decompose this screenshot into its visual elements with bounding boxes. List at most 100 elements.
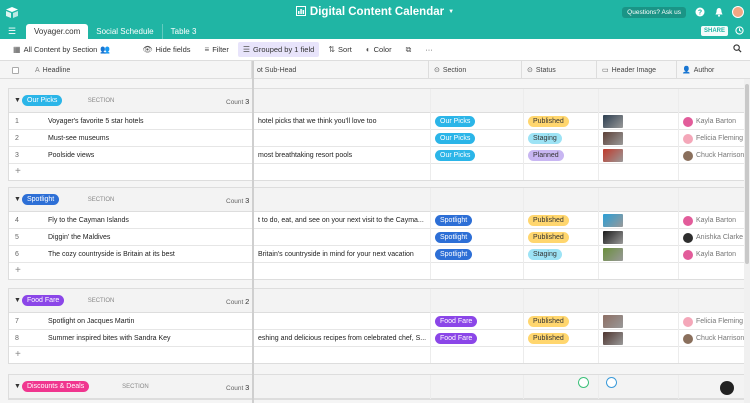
status-cell[interactable]: Staging [523,130,598,147]
section-cell[interactable]: Spotlight [430,229,523,246]
column-header-image[interactable]: ▭ Header Image [597,61,677,79]
header-image-cell[interactable] [598,147,678,164]
subhead-cell[interactable]: Britain's countryside in mind for your n… [253,246,430,263]
header-image-cell[interactable] [598,330,678,347]
section-cell[interactable]: Our Picks [430,130,523,147]
column-headline[interactable]: A Headline [30,61,252,79]
section-cell[interactable]: Food Fare [430,313,523,330]
group-header[interactable]: ▼ Food Fare SECTION Count 2 [9,289,750,313]
status-cell[interactable]: Planned [523,147,598,164]
color-button[interactable]: ◐ Color [361,42,397,57]
headline-cell[interactable]: Spotlight on Jacques Martin [43,313,253,330]
author-cell[interactable]: Kayla Barton [678,113,750,130]
subhead-cell[interactable] [253,229,430,246]
add-record-row[interactable]: + [9,347,750,363]
author-cell[interactable]: Kayla Barton [678,212,750,229]
table-row[interactable]: 2 Must-see museums Our Picks Staging Felicia… [9,130,750,147]
status-cell[interactable]: Published [523,113,598,130]
status-cell[interactable]: Published [523,212,598,229]
headline-cell[interactable]: Fly to the Cayman Islands [43,212,253,229]
header-image-cell[interactable] [598,229,678,246]
subhead-cell[interactable]: hotel picks that we think you'll love to… [253,113,430,130]
author-cell[interactable]: Felicia Fleming [678,313,750,330]
select-all-checkbox[interactable] [0,61,30,79]
image-thumbnail[interactable] [603,115,623,128]
table-row[interactable]: 4 Fly to the Cayman Islands t to do, eat, … [9,212,750,229]
check-icon[interactable] [606,377,617,388]
subhead-cell[interactable]: most breathtaking resort pools [253,147,430,164]
plus-icon[interactable]: + [15,349,21,360]
sort-button[interactable]: ⇅ Sort [323,42,356,57]
image-thumbnail[interactable] [603,332,623,345]
status-cell[interactable]: Published [523,229,598,246]
image-thumbnail[interactable] [603,315,623,328]
author-cell[interactable]: Chuck Harrison [678,147,750,164]
status-cell[interactable]: Staging [523,246,598,263]
table-row[interactable]: 3 Poolside views most breathtaking resort … [9,147,750,164]
check-icon[interactable] [578,377,589,388]
section-cell[interactable]: Food Fare [430,330,523,347]
image-thumbnail[interactable] [603,214,623,227]
image-thumbnail[interactable] [603,248,623,261]
status-cell[interactable]: Published [523,330,598,347]
group-header[interactable]: ▼ Spotlight SECTION Count 3 [9,188,750,212]
hide-fields-button[interactable]: 👁 Hide fields [137,42,195,57]
tab-voyager[interactable]: Voyager.com [26,24,89,39]
section-cell[interactable]: Our Picks [430,147,523,164]
table-row[interactable]: 6 The cozy countryside is Britain at its … [9,246,750,263]
view-switcher[interactable]: ▦ All Content by Section 👥 [8,42,115,57]
status-cell[interactable]: Published [523,313,598,330]
table-row[interactable]: 1 Voyager's favorite 5 star hotels hotel p… [9,113,750,130]
airtable-logo-icon[interactable] [6,6,18,18]
menu-icon[interactable]: ☰ [6,24,18,39]
section-cell[interactable]: Spotlight [430,246,523,263]
header-image-cell[interactable] [598,313,678,330]
image-thumbnail[interactable] [603,231,623,244]
author-cell[interactable]: Felicia Fleming [678,130,750,147]
plus-icon[interactable]: + [15,166,21,177]
column-section[interactable]: ⊙ Section [429,61,522,79]
table-row[interactable]: 5 Diggin' the Maldives Spotlight Published A… [9,229,750,246]
tab-table-3[interactable]: Table 3 [161,24,205,39]
section-cell[interactable]: Spotlight [430,212,523,229]
header-image-cell[interactable] [598,113,678,130]
search-icon[interactable] [733,44,742,55]
table-row[interactable]: 8 Summer inspired bites with Sandra Key es… [9,330,750,347]
column-author[interactable]: 👤 Author [677,61,750,79]
section-cell[interactable]: Our Picks [430,113,523,130]
caret-down-icon[interactable]: ▼ [14,97,21,104]
add-record-row[interactable]: + [9,164,750,180]
header-image-cell[interactable] [598,212,678,229]
scrollbar-thumb[interactable] [745,84,749,264]
tab-social-schedule[interactable]: Social Schedule [88,24,161,39]
group-header[interactable]: ▼ Discounts & Deals SECTION Count 3 [9,375,750,399]
group-button[interactable]: ☰ Grouped by 1 field [237,42,320,57]
share-view-button[interactable]: ⧉ [401,42,417,58]
column-subhead[interactable]: ot Sub-Head [252,61,429,79]
more-button[interactable]: ··· [420,42,438,57]
caret-down-icon[interactable]: ▼ [14,297,21,304]
caret-down-icon[interactable]: ▼ [14,383,21,390]
expand-icon[interactable] [720,381,734,395]
filter-button[interactable]: ≡ Filter [200,42,234,57]
headline-cell[interactable]: The cozy countryside is Britain at its b… [43,246,253,263]
subhead-cell[interactable]: t to do, eat, and see on your next visit… [253,212,430,229]
headline-cell[interactable]: Diggin' the Maldives [43,229,253,246]
headline-cell[interactable]: Poolside views [43,147,253,164]
subhead-cell[interactable] [253,130,430,147]
header-image-cell[interactable] [598,246,678,263]
help-button[interactable]: Questions? Ask us [622,6,686,18]
author-cell[interactable]: Chuck Harrison [678,330,750,347]
column-status[interactable]: ⊙ Status [522,61,597,79]
headline-cell[interactable]: Must-see museums [43,130,253,147]
plus-icon[interactable]: + [15,265,21,276]
base-title[interactable]: Digital Content Calendar ▼ [295,5,454,19]
history-icon[interactable] [735,26,744,37]
subhead-cell[interactable] [253,313,430,330]
headline-cell[interactable]: Voyager's favorite 5 star hotels [43,113,253,130]
bell-icon[interactable] [713,7,724,18]
author-cell[interactable]: Kayla Barton [678,246,750,263]
caret-down-icon[interactable]: ▼ [14,196,21,203]
help-icon[interactable]: ? [694,7,705,18]
headline-cell[interactable]: Summer inspired bites with Sandra Key [43,330,253,347]
